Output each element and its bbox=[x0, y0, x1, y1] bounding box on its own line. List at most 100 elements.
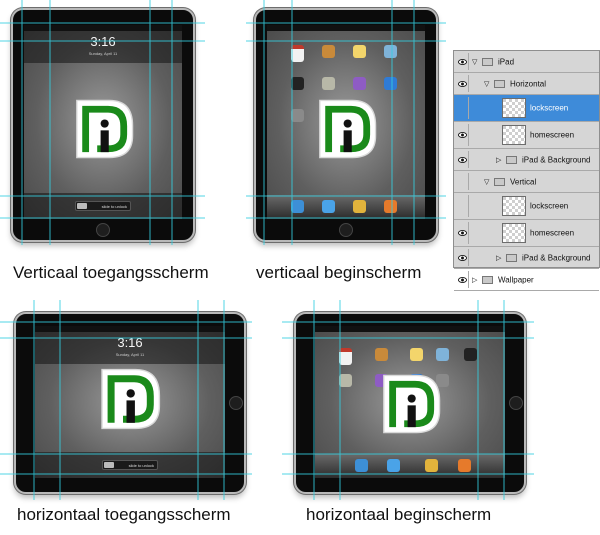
ipod-app-icon[interactable] bbox=[384, 200, 397, 213]
home-button[interactable] bbox=[96, 223, 110, 237]
lock-slider-bar: slide to unlock bbox=[24, 193, 182, 219]
visibility-toggle[interactable] bbox=[455, 271, 469, 288]
layer-thumbnail bbox=[502, 125, 526, 145]
lock-clock-bar: 3:16 Sunday, April 11 bbox=[35, 332, 225, 364]
eye-icon[interactable] bbox=[458, 253, 467, 262]
settings-app-icon[interactable] bbox=[291, 109, 304, 122]
mail-app-icon[interactable] bbox=[387, 459, 400, 472]
caption-horizontal-lockscreen: horizontaal toegangsscherm bbox=[17, 505, 231, 524]
layer-name: iPad bbox=[498, 57, 515, 66]
layer-row-vertical[interactable]: ▽ Vertical bbox=[454, 171, 599, 193]
notes-app-icon[interactable] bbox=[353, 45, 366, 58]
layer-thumbnail bbox=[502, 196, 526, 216]
caption-vertical-lockscreen: Verticaal toegangsscherm bbox=[13, 263, 209, 282]
appstore-app-icon[interactable] bbox=[384, 77, 397, 90]
dock bbox=[267, 195, 425, 219]
folder-icon bbox=[506, 155, 517, 164]
layer-name: lockscreen bbox=[530, 103, 569, 113]
visibility-toggle[interactable] bbox=[455, 53, 469, 70]
videos-app-icon[interactable] bbox=[464, 348, 477, 361]
lock-slider-bar: slide to unlock bbox=[35, 452, 225, 478]
safari-app-icon[interactable] bbox=[355, 459, 368, 472]
layer-row-wallpaper[interactable]: ▷ Wallpaper bbox=[454, 269, 599, 291]
triangle-right-icon[interactable]: ▷ bbox=[496, 254, 501, 262]
visibility-toggle[interactable] bbox=[455, 124, 469, 146]
layer-thumbnail bbox=[502, 223, 526, 243]
videos-app-icon[interactable] bbox=[291, 77, 304, 90]
ipad-vertical-homescreen bbox=[254, 8, 438, 242]
triangle-down-icon[interactable]: ▽ bbox=[484, 178, 489, 186]
triangle-down-icon[interactable]: ▽ bbox=[472, 58, 477, 66]
eye-icon[interactable] bbox=[458, 275, 467, 284]
layer-name: Vertical bbox=[510, 177, 537, 186]
eye-icon[interactable] bbox=[458, 229, 467, 238]
visibility-toggle[interactable] bbox=[455, 97, 469, 119]
ipad-horizontal-lockscreen: 3:16 Sunday, April 11 slide to unlock bbox=[14, 312, 246, 494]
slide-to-unlock[interactable]: slide to unlock bbox=[75, 201, 131, 211]
folder-icon bbox=[494, 177, 505, 186]
layer-name: lockscreen bbox=[530, 201, 569, 211]
slide-to-unlock[interactable]: slide to unlock bbox=[102, 460, 158, 470]
layer-name: Wallpaper bbox=[498, 275, 534, 284]
maps-app-icon[interactable] bbox=[436, 348, 449, 361]
layer-name: iPad & Background bbox=[522, 155, 591, 164]
lockscreen-display: 3:16 Sunday, April 11 slide to unlock bbox=[35, 326, 225, 478]
layer-row-ipad-background[interactable]: ▷ iPad & Background bbox=[454, 247, 599, 269]
eye-icon[interactable] bbox=[458, 79, 467, 88]
home-button[interactable] bbox=[339, 223, 353, 237]
eye-icon[interactable] bbox=[458, 155, 467, 164]
visibility-toggle[interactable] bbox=[455, 173, 469, 190]
safari-app-icon[interactable] bbox=[291, 200, 304, 213]
layers-panel: ▽ iPad ▽ Horizontal lockscreen homescreen ▷ iPa… bbox=[453, 50, 600, 291]
maps-app-icon[interactable] bbox=[384, 45, 397, 58]
app-logo-icon bbox=[76, 99, 134, 159]
app-logo-icon bbox=[383, 374, 441, 434]
folder-icon bbox=[494, 79, 505, 88]
homescreen-display bbox=[267, 25, 425, 219]
contacts-app-icon[interactable] bbox=[375, 348, 388, 361]
lock-time: 3:16 bbox=[90, 34, 116, 49]
app-logo-icon bbox=[319, 99, 377, 159]
layer-name: homescreen bbox=[530, 130, 575, 140]
lock-time: 3:16 bbox=[117, 335, 143, 350]
eye-icon[interactable] bbox=[458, 131, 467, 140]
calendar-app-icon[interactable] bbox=[339, 348, 352, 365]
eye-icon[interactable] bbox=[458, 57, 467, 66]
lock-date: Sunday, April 11 bbox=[115, 352, 145, 357]
home-button[interactable] bbox=[509, 396, 523, 410]
layer-row-ipad[interactable]: ▽ iPad bbox=[454, 51, 599, 73]
visibility-toggle[interactable] bbox=[455, 151, 469, 168]
ipad-vertical-lockscreen: 3:16 Sunday, April 11 slide to unlock bbox=[11, 8, 195, 242]
youtube-app-icon[interactable] bbox=[322, 77, 335, 90]
visibility-toggle[interactable] bbox=[455, 249, 469, 266]
triangle-right-icon[interactable]: ▷ bbox=[496, 156, 501, 164]
itunes-app-icon[interactable] bbox=[353, 77, 366, 90]
layer-row-homescreen[interactable]: homescreen bbox=[454, 122, 599, 149]
lock-clock-bar: 3:16 Sunday, April 11 bbox=[24, 31, 182, 63]
layer-name: iPad & Background bbox=[522, 253, 591, 262]
folder-icon bbox=[482, 275, 493, 284]
layer-row-horizontal[interactable]: ▽ Horizontal bbox=[454, 73, 599, 95]
triangle-right-icon[interactable]: ▷ bbox=[472, 276, 477, 284]
photos-app-icon[interactable] bbox=[425, 459, 438, 472]
lock-date: Sunday, April 11 bbox=[88, 51, 118, 56]
layer-row-homescreen[interactable]: homescreen bbox=[454, 220, 599, 247]
layer-row-lockscreen[interactable]: lockscreen bbox=[454, 95, 599, 122]
ipod-app-icon[interactable] bbox=[458, 459, 471, 472]
visibility-toggle[interactable] bbox=[455, 75, 469, 92]
home-button[interactable] bbox=[229, 396, 243, 410]
youtube-app-icon[interactable] bbox=[339, 374, 352, 387]
notes-app-icon[interactable] bbox=[410, 348, 423, 361]
mail-app-icon[interactable] bbox=[322, 200, 335, 213]
caption-horizontal-homescreen: horizontaal beginscherm bbox=[306, 505, 492, 524]
visibility-toggle[interactable] bbox=[455, 222, 469, 244]
triangle-down-icon[interactable]: ▽ bbox=[484, 80, 489, 88]
contacts-app-icon[interactable] bbox=[322, 45, 335, 58]
calendar-app-icon[interactable] bbox=[291, 45, 304, 62]
visibility-toggle[interactable] bbox=[455, 195, 469, 217]
photos-app-icon[interactable] bbox=[353, 200, 366, 213]
homescreen-display bbox=[315, 326, 505, 478]
caption-vertical-homescreen: verticaal beginscherm bbox=[256, 263, 422, 282]
layer-row-lockscreen[interactable]: lockscreen bbox=[454, 193, 599, 220]
layer-row-ipad-background[interactable]: ▷ iPad & Background bbox=[454, 149, 599, 171]
